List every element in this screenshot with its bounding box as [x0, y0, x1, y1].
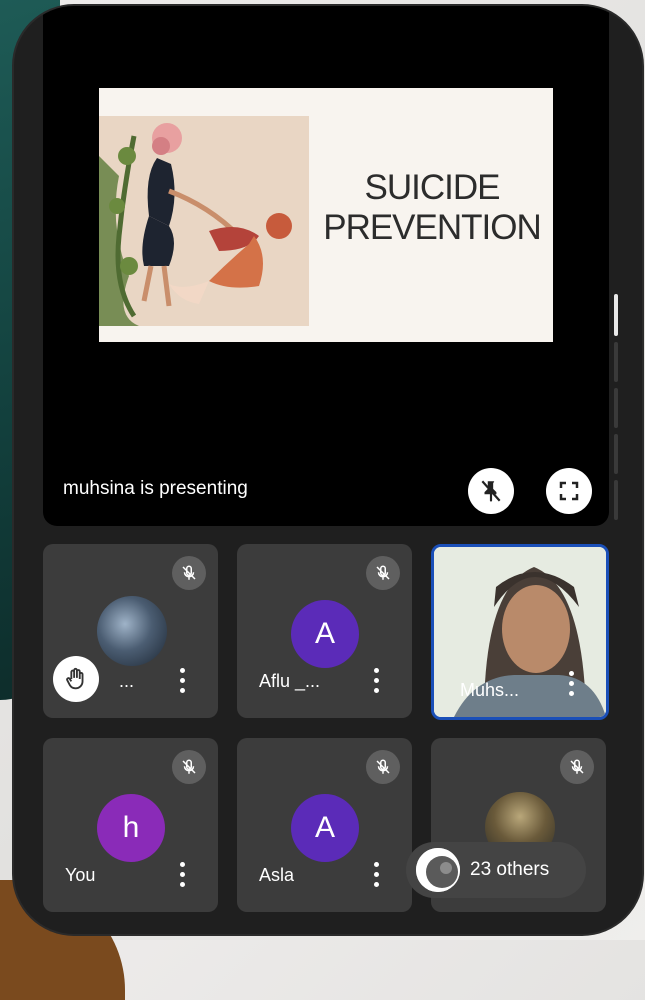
presentation-view[interactable]: SUICIDE PREVENTION muhsina is presenting	[43, 6, 609, 526]
slide-title: SUICIDE PREVENTION	[317, 168, 547, 248]
slide-illustration	[99, 116, 309, 326]
more-options-icon[interactable]	[373, 862, 379, 892]
scrollbar-track-segment	[614, 434, 618, 474]
mic-off-icon	[366, 556, 400, 590]
others-label: 23 others	[470, 859, 550, 880]
avatar	[416, 848, 460, 892]
participant-tile[interactable]: h You	[43, 738, 218, 912]
mic-off-icon	[172, 750, 206, 784]
participant-tile[interactable]: ...	[43, 544, 218, 718]
participant-tile[interactable]: A Asla	[237, 738, 412, 912]
scrollbar-track-segment	[614, 388, 618, 428]
others-chip[interactable]: 23 others	[406, 842, 586, 898]
mic-off-icon	[366, 750, 400, 784]
more-options-icon[interactable]	[373, 668, 379, 698]
slide-title-line-2: PREVENTION	[323, 208, 542, 247]
participant-tile[interactable]: A Aflu _...	[237, 544, 412, 718]
avatar: A	[291, 794, 359, 862]
slide-title-line-1: SUICIDE	[364, 168, 501, 207]
mic-off-icon	[560, 750, 594, 784]
avatar: h	[97, 794, 165, 862]
scrollbar[interactable]	[614, 294, 620, 524]
phone-screen: SUICIDE PREVENTION muhsina is presenting	[14, 6, 642, 934]
raised-hand-icon	[53, 656, 99, 702]
participant-video-tile[interactable]: Muhs...	[431, 544, 609, 720]
avatar: A	[291, 600, 359, 668]
participant-name: Muhs...	[460, 680, 520, 700]
participant-name: Aflu _...	[259, 671, 321, 691]
participant-name: ...	[119, 671, 135, 691]
scrollbar-track-segment	[614, 342, 618, 382]
more-options-icon[interactable]	[568, 671, 574, 701]
scrollbar-thumb[interactable]	[614, 294, 618, 336]
presentation-slide: SUICIDE PREVENTION	[99, 88, 553, 342]
presenter-label: muhsina is presenting	[63, 478, 248, 499]
mic-off-icon	[172, 556, 206, 590]
scrollbar-track-segment	[614, 480, 618, 520]
avatar	[97, 596, 167, 666]
fullscreen-icon	[559, 481, 579, 501]
participant-name: You	[65, 865, 96, 885]
participant-name: Asla	[259, 865, 295, 885]
more-options-icon[interactable]	[179, 668, 185, 698]
unpin-icon	[481, 480, 501, 502]
more-options-icon[interactable]	[179, 862, 185, 892]
fullscreen-button[interactable]	[546, 468, 592, 514]
unpin-button[interactable]	[468, 468, 514, 514]
